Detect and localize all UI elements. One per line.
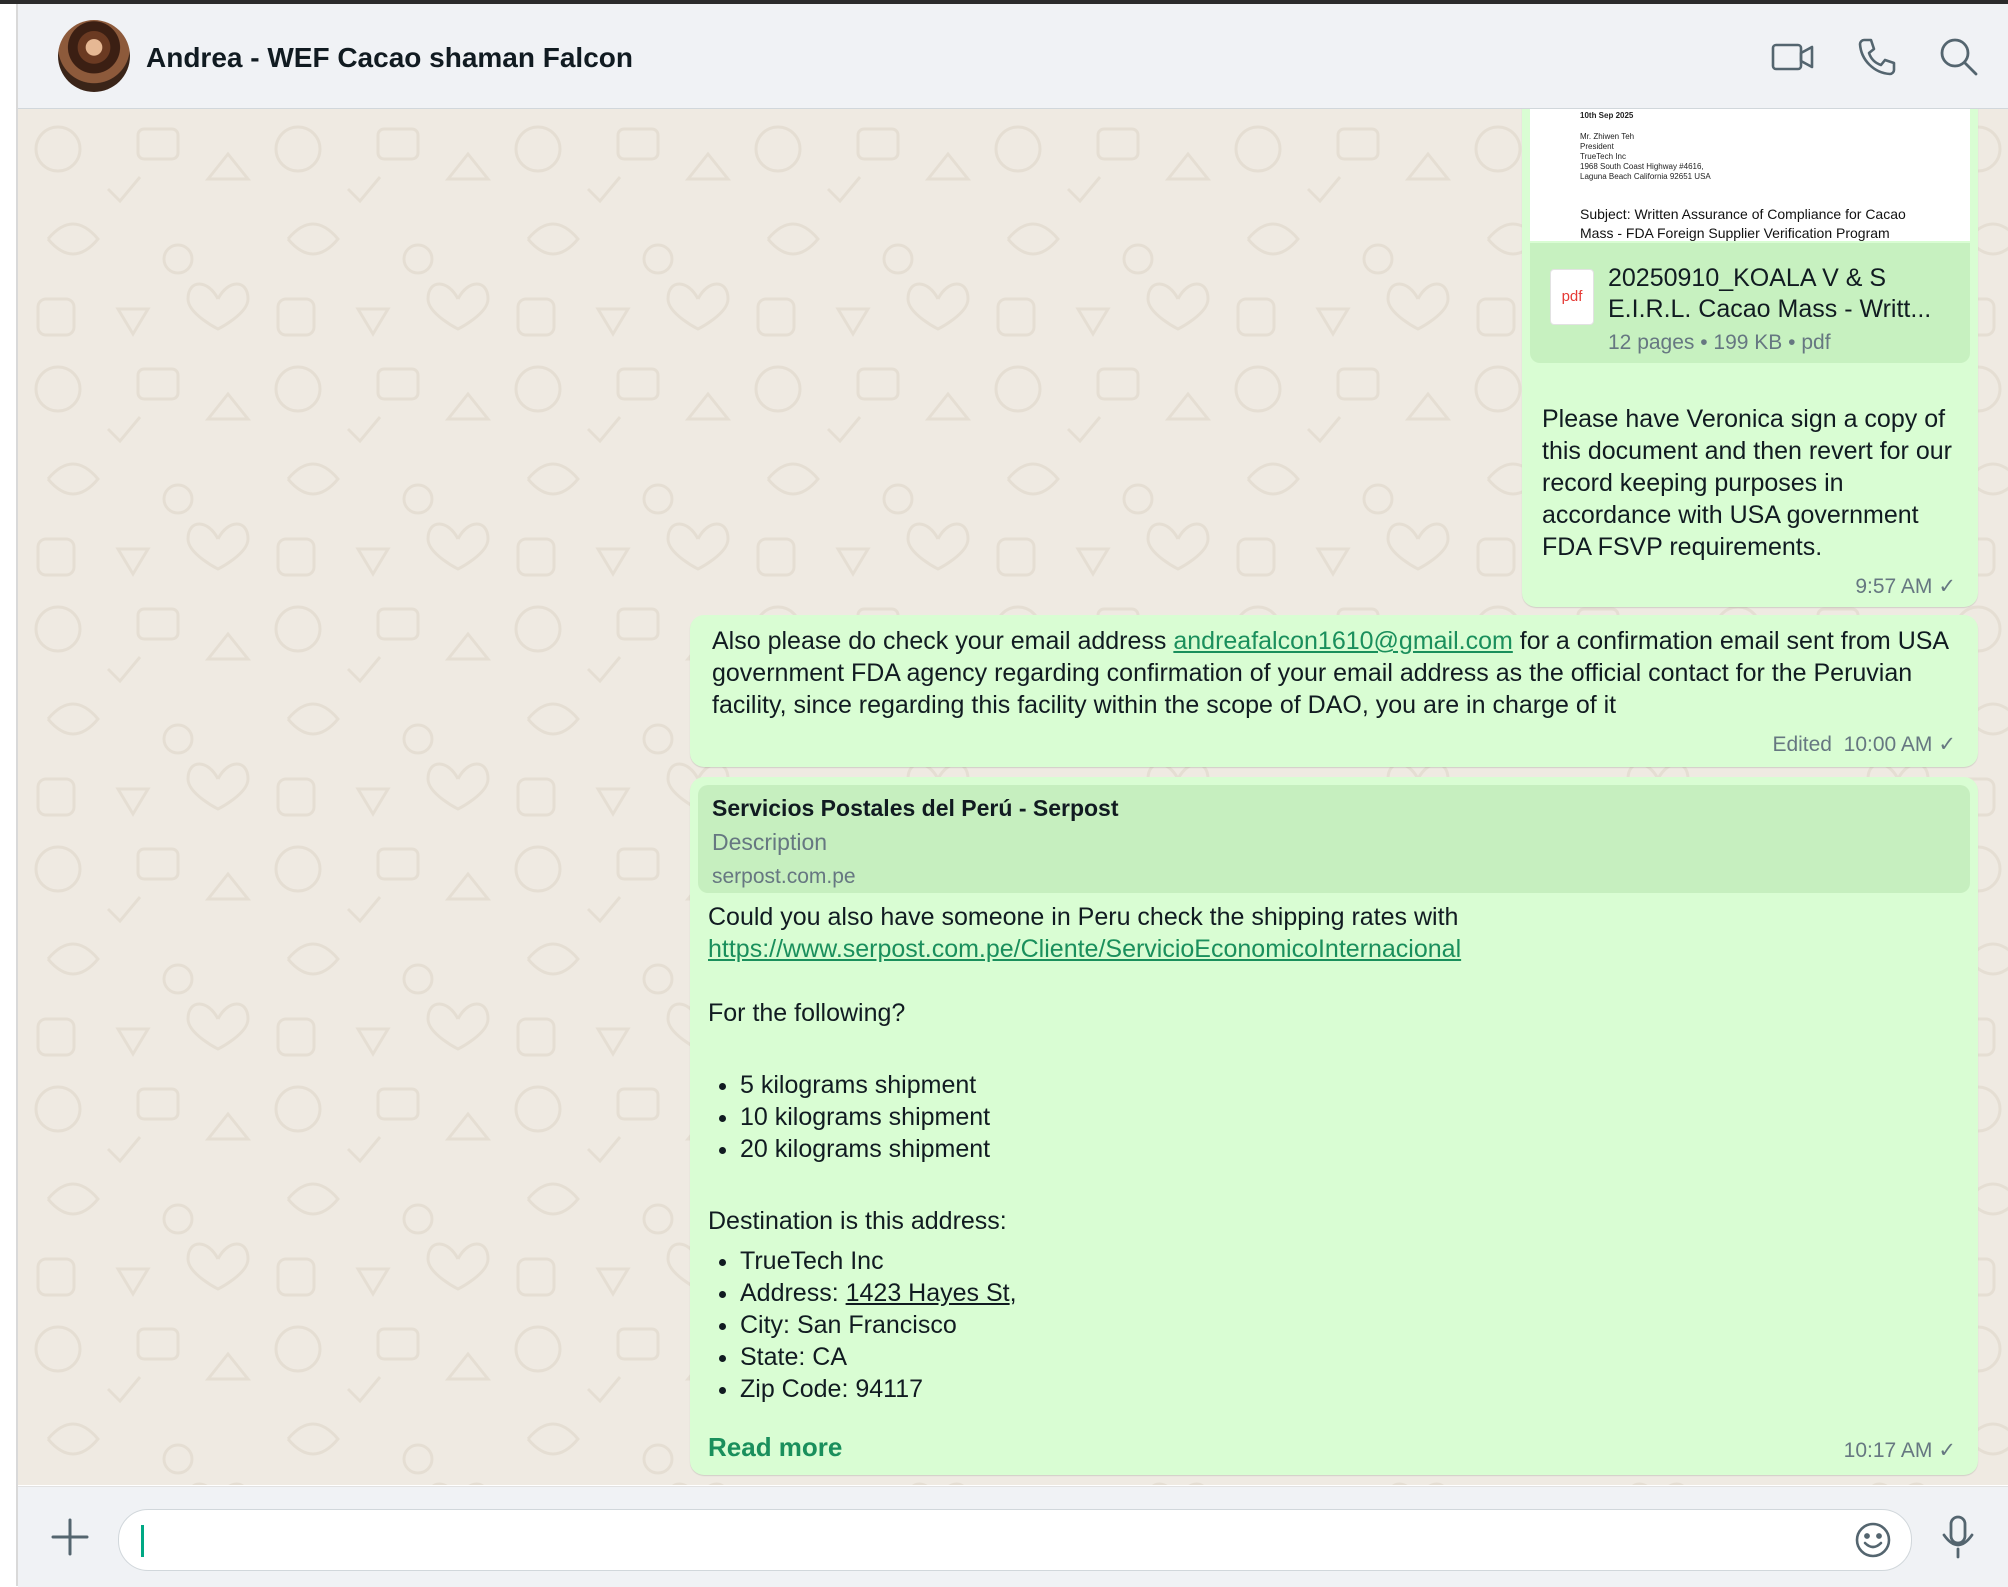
document-preview-thumbnail[interactable]: 10th Sep 2025 Mr. Zhiwen Teh President T… bbox=[1530, 109, 1970, 241]
message-time: 10:17 AM bbox=[1843, 1439, 1933, 1462]
list-item: City: San Francisco bbox=[740, 1309, 1948, 1341]
list-item: TrueTech Inc bbox=[740, 1245, 1948, 1277]
preview-recipient-line: 1968 South Coast Highway #4616, bbox=[1580, 162, 1704, 171]
video-call-icon[interactable] bbox=[1770, 34, 1816, 80]
list-item: 20 kilograms shipment bbox=[740, 1133, 1948, 1165]
message-time: 9:57 AM bbox=[1855, 575, 1933, 598]
pdf-file-icon: pdf bbox=[1550, 269, 1594, 325]
preview-recipient-line: Laguna Beach California 92651 USA bbox=[1580, 172, 1711, 181]
sent-check-icon: ✓ bbox=[1938, 575, 1956, 598]
message-list[interactable]: 10th Sep 2025 Mr. Zhiwen Teh President T… bbox=[18, 109, 2008, 1485]
sent-check-icon: ✓ bbox=[1938, 1439, 1956, 1462]
contact-name[interactable]: Andrea - WEF Cacao shaman Falcon bbox=[146, 42, 633, 74]
email-message-text: Also please do check your email address … bbox=[712, 625, 1962, 721]
shipping-message-bubble[interactable]: Servicios Postales del Perú - Serpost De… bbox=[690, 777, 1978, 1475]
microphone-icon[interactable] bbox=[1938, 1513, 1978, 1561]
email-address-link[interactable]: andreafalcon1610@gmail.com bbox=[1173, 627, 1512, 655]
link-preview-description: Description bbox=[712, 829, 828, 855]
address-label: Address: bbox=[740, 1279, 846, 1307]
address-street-link[interactable]: 1423 Hayes St bbox=[846, 1279, 1010, 1307]
emoji-icon[interactable] bbox=[1853, 1520, 1893, 1560]
list-item: State: CA bbox=[740, 1341, 1948, 1373]
text-caret bbox=[141, 1525, 144, 1557]
message-text-part: Also please do check your email address bbox=[712, 627, 1174, 655]
document-file-name: 20250910_KOALA V & S E.I.R.L. Cacao Mass… bbox=[1608, 264, 1932, 323]
list-item: Zip Code: 94117 bbox=[740, 1373, 1948, 1405]
preview-subject: Subject: Written Assurance of Compliance… bbox=[1580, 206, 1906, 241]
email-message-bubble[interactable]: Also please do check your email address … bbox=[690, 615, 1978, 767]
message-timestamp: Edited 10:00 AM ✓ bbox=[1772, 732, 1956, 757]
list-item: Address: 1423 Hayes St, bbox=[740, 1277, 1948, 1309]
address-list: TrueTech Inc Address: 1423 Hayes St, Cit… bbox=[708, 1245, 1948, 1405]
link-preview-card[interactable]: Servicios Postales del Perú - Serpost De… bbox=[698, 785, 1970, 893]
shipping-message-text: Could you also have someone in Peru chec… bbox=[708, 901, 1948, 1405]
sent-check-icon: ✓ bbox=[1938, 733, 1956, 756]
shipment-list: 5 kilograms shipment 10 kilograms shipme… bbox=[708, 1069, 1948, 1165]
message-composer bbox=[18, 1486, 2008, 1587]
search-icon[interactable] bbox=[1936, 34, 1982, 80]
document-file-info: 12 pages • 199 KB • pdf bbox=[1608, 331, 1831, 354]
serpost-url-link[interactable]: https://www.serpost.com.pe/Cliente/Servi… bbox=[708, 935, 1461, 963]
contact-avatar[interactable] bbox=[58, 20, 130, 92]
edited-label: Edited bbox=[1772, 733, 1832, 756]
message-timestamp: 9:57 AM ✓ bbox=[1855, 574, 1956, 599]
plus-icon[interactable] bbox=[48, 1515, 92, 1559]
document-message-bubble[interactable]: 10th Sep 2025 Mr. Zhiwen Teh President T… bbox=[1522, 109, 1978, 607]
chat-header: Andrea - WEF Cacao shaman Falcon bbox=[18, 4, 2008, 109]
message-timestamp: 10:17 AM ✓ bbox=[1844, 1438, 1956, 1463]
message-input[interactable] bbox=[118, 1509, 1912, 1571]
document-caption: Please have Veronica sign a copy of this… bbox=[1542, 405, 1952, 561]
destination-label: Destination is this address: bbox=[708, 1207, 1007, 1235]
document-file-row[interactable]: pdf 20250910_KOALA V & S E.I.R.L. Cacao … bbox=[1530, 243, 1970, 363]
preview-recipient-line: TrueTech Inc bbox=[1580, 152, 1626, 161]
address-comma: , bbox=[1009, 1279, 1017, 1307]
message-time: 10:00 AM bbox=[1843, 733, 1933, 756]
preview-recipient-line: President bbox=[1580, 142, 1614, 151]
read-more-link[interactable]: Read more bbox=[708, 1432, 842, 1463]
list-item: 5 kilograms shipment bbox=[740, 1069, 1948, 1101]
voice-call-icon[interactable] bbox=[1854, 34, 1900, 80]
list-item: 10 kilograms shipment bbox=[740, 1101, 1948, 1133]
link-preview-title: Servicios Postales del Perú - Serpost bbox=[712, 795, 1119, 821]
message-question: For the following? bbox=[708, 999, 906, 1027]
preview-recipient-line: Mr. Zhiwen Teh bbox=[1580, 132, 1635, 141]
preview-date: 10th Sep 2025 bbox=[1580, 111, 1634, 120]
link-preview-domain: serpost.com.pe bbox=[712, 865, 856, 888]
message-intro: Could you also have someone in Peru chec… bbox=[708, 903, 1459, 931]
